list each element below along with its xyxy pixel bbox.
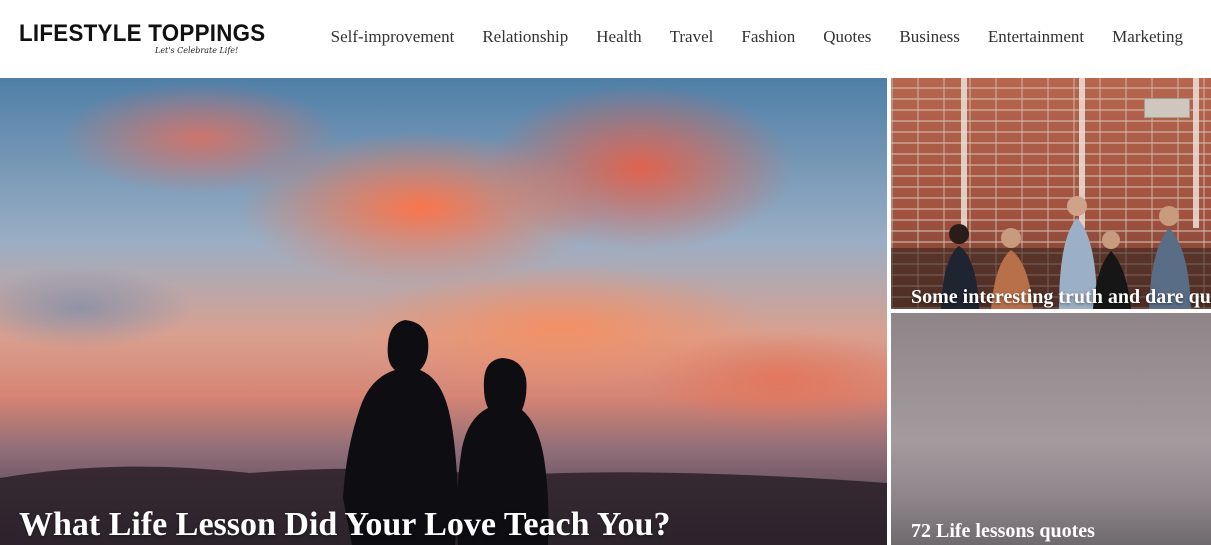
group-of-friends-image	[891, 196, 1211, 309]
featured-card-side-bottom[interactable]: 72 Life lessons quotes	[891, 313, 1211, 545]
nav-item-self-improvement[interactable]: Self-improvement	[331, 27, 455, 47]
featured-side-bottom-title[interactable]: 72 Life lessons quotes	[911, 520, 1095, 543]
featured-card-main[interactable]: What Life Lesson Did Your Love Teach You…	[0, 78, 887, 545]
nav-item-health[interactable]: Health	[596, 27, 641, 47]
main-nav: Self-improvement Relationship Health Tra…	[331, 27, 1183, 47]
couple-silhouette-image	[0, 320, 887, 545]
nav-item-relationship[interactable]: Relationship	[482, 27, 568, 47]
nav-item-fashion[interactable]: Fashion	[741, 27, 795, 47]
logo-tagline: Let's Celebrate Life!	[155, 46, 239, 55]
featured-grid: What Life Lesson Did Your Love Teach You…	[0, 78, 1211, 545]
misty-sky-image	[891, 313, 1211, 545]
nav-item-marketing[interactable]: Marketing	[1112, 27, 1183, 47]
nav-item-quotes[interactable]: Quotes	[823, 27, 871, 47]
featured-main-title[interactable]: What Life Lesson Did Your Love Teach You…	[19, 506, 670, 544]
nav-item-entertainment[interactable]: Entertainment	[988, 27, 1084, 47]
featured-side-top-title[interactable]: Some interesting truth and dare question…	[911, 286, 1211, 309]
site-header: LIFESTYLE TOPPINGS Let's Celebrate Life!…	[0, 0, 1211, 78]
logo-text: LIFESTYLE TOPPINGS	[19, 20, 266, 47]
featured-card-side-top[interactable]: Some interesting truth and dare question…	[891, 78, 1211, 309]
site-logo[interactable]: LIFESTYLE TOPPINGS Let's Celebrate Life!	[19, 20, 266, 60]
nav-item-travel[interactable]: Travel	[670, 27, 714, 47]
nav-item-business[interactable]: Business	[899, 27, 959, 47]
